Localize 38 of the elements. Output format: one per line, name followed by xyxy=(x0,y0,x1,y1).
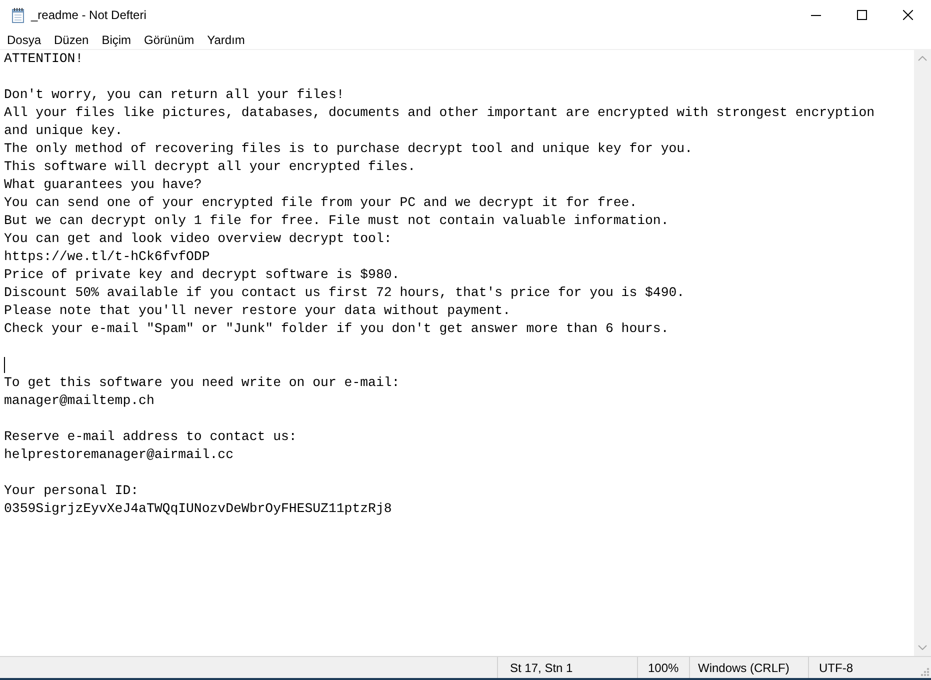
text-line: Check your e-mail "Spam" or "Junk" folder if you don't get answer more than 6 hours. xyxy=(4,320,669,338)
text-line: This software will decrypt all your encrypted files. xyxy=(4,158,416,176)
menu-item[interactable]: Görünüm xyxy=(138,30,202,49)
menu-item[interactable]: Dosya xyxy=(1,30,48,49)
chevron-up-icon xyxy=(918,56,927,61)
status-text: UTF-8 xyxy=(808,657,921,678)
text-line: manager@mailtemp.ch xyxy=(4,392,154,410)
text-line: To get this software you need write on our e-mail: xyxy=(4,374,400,392)
text-line: But we can decrypt only 1 file for free. File must not contain valuable information. xyxy=(4,212,669,230)
close-icon xyxy=(903,10,913,20)
text-line: Your personal ID: xyxy=(4,482,139,500)
text-line: helprestoremanager@airmail.cc xyxy=(4,446,234,464)
text-line: Don't worry, you can return all your files! xyxy=(4,86,344,104)
menu-item[interactable]: Biçim xyxy=(96,30,138,49)
text-line: You can get and look video overview decrypt tool: xyxy=(4,230,392,248)
text-line: Reserve e-mail address to contact us: xyxy=(4,428,297,446)
text-line: Please note that you'll never restore your data without payment. xyxy=(4,302,510,320)
text-cursor xyxy=(4,357,5,373)
maximize-icon xyxy=(857,10,867,20)
menu-item[interactable]: Yardım xyxy=(201,30,252,49)
text-line: 0359SigrjzEyvXeJ4aTWQqIUNozvDeWbrOyFHESUZ11ptzRj8 xyxy=(4,500,392,518)
text-line: ATTENTION! xyxy=(4,50,84,68)
menu-item[interactable]: Düzen xyxy=(48,30,96,49)
text-line: Price of private key and decrypt software is $980. xyxy=(4,266,400,284)
text-line: https://we.tl/t-hCk6fvfODP xyxy=(4,248,210,266)
text-line: You can send one of your encrypted file from your PC and we decrypt it for free. xyxy=(4,194,638,212)
status-text: 100% xyxy=(637,657,689,678)
resize-grip-icon xyxy=(921,668,929,676)
window-title: _readme - Not Defteri xyxy=(31,8,146,22)
vertical-scrollbar[interactable] xyxy=(914,50,931,656)
status-text: Windows (CRLF) xyxy=(689,657,808,678)
status-text: St 17, Stn 1 xyxy=(497,657,637,678)
text-line: The only method of recovering files is to purchase decrypt tool and unique key for you. xyxy=(4,140,692,158)
text-line: Discount 50% available if you contact us first 72 hours, that's price for you is $490. xyxy=(4,284,685,302)
text-line: All your files like pictures, databases, documents and other important are encrypted with strongest encryption and unique key. xyxy=(4,104,876,140)
text-line: What guarantees you have? xyxy=(4,176,202,194)
notepad-icon xyxy=(10,7,26,23)
chevron-down-icon xyxy=(918,645,927,650)
